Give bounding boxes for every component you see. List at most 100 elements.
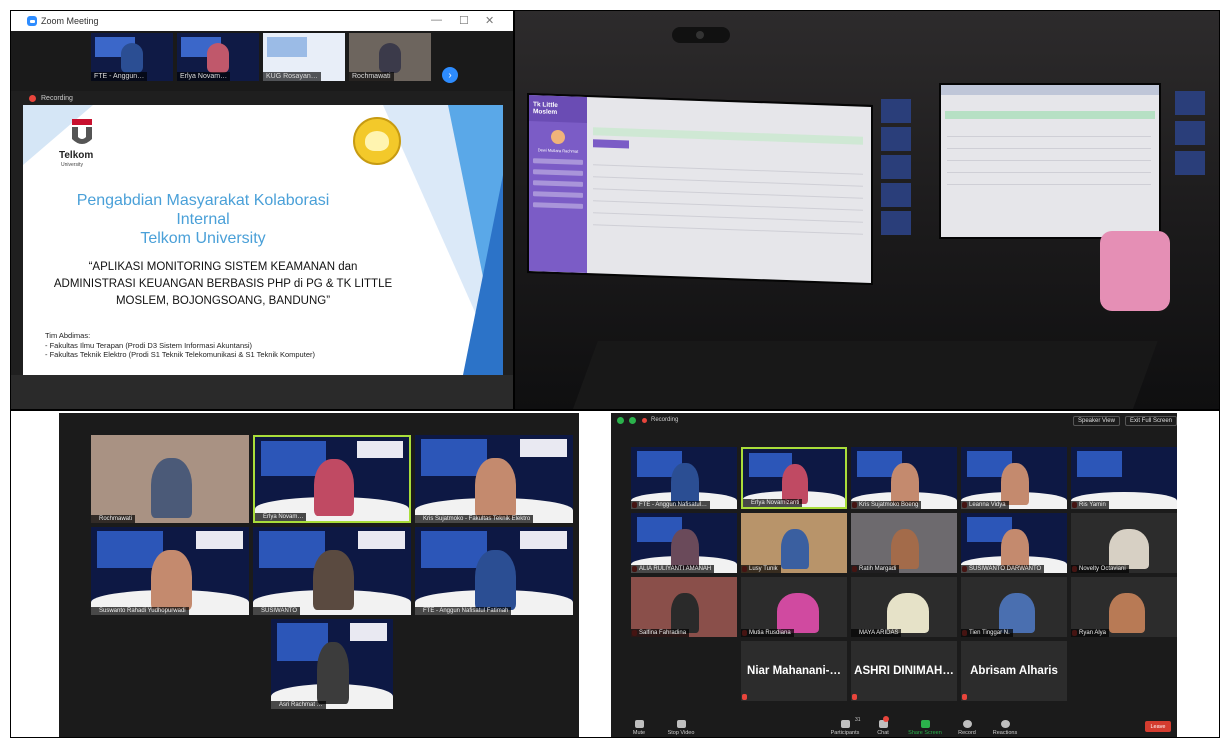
video-tile[interactable]: Rochmawati (91, 435, 249, 523)
recording-label: Recording (41, 94, 73, 102)
participant-display-name: ASHRI DINIMAH… (854, 665, 954, 677)
minimize-icon[interactable]: — (431, 14, 442, 26)
slide-project-title: “APLIKASI MONITORING SISTEM KEAMANAN dan… (43, 259, 403, 310)
video-tile[interactable]: Novelty Octaviani (1071, 513, 1177, 573)
mute-button[interactable]: Mute (621, 720, 657, 736)
maximize-icon[interactable]: ☐ (459, 14, 469, 27)
video-tile-active-speaker[interactable]: Erlya Novam… (253, 435, 411, 523)
participant-name: Mutia Rusdiana (741, 629, 794, 637)
team-list: Tim Abdimas: - Fakultas Ilmu Terapan (Pr… (45, 331, 405, 360)
participant-thumbnail[interactable]: Erlya Novam… (177, 33, 259, 81)
video-off-tile[interactable]: Niar Mahanani-… (741, 641, 847, 701)
add-button[interactable] (593, 139, 629, 149)
participant-name: SUSIWANTO DARWANTO (961, 565, 1045, 573)
app-screen: Tk Little Moslem Dewi Mutiara Rachmat (529, 95, 871, 283)
security-shield-icon[interactable] (629, 417, 636, 424)
speaker-view-button[interactable]: Speaker View (1073, 416, 1120, 426)
video-tile[interactable]: MAYA ARIDAS (851, 577, 957, 637)
video-off-tile[interactable]: ASHRI DINIMAH… (851, 641, 957, 701)
participant-name: Leanna Vidya (961, 501, 1009, 509)
zoom-window-screenshot: Zoom Meeting — ☐ ✕ FTE - Anggun… Erlya N… (10, 10, 514, 410)
menu-item[interactable] (533, 169, 583, 176)
record-dot-icon (29, 94, 36, 102)
window-titlebar: Zoom Meeting — ☐ ✕ (11, 11, 513, 31)
participant-thumbnail[interactable]: FTE - Anggun… (91, 33, 173, 81)
video-tile[interactable]: Salfina Fahradina (631, 577, 737, 637)
keyboard (572, 341, 1158, 409)
video-tile[interactable]: Leanna Vidya (961, 447, 1067, 509)
participant-name: Rochmawati (349, 72, 394, 81)
connection-icon[interactable] (617, 417, 624, 424)
participant-figure (671, 528, 699, 570)
participant-figure (313, 549, 355, 610)
video-tile[interactable]: Suswanto Rahadi Yudhopurwadi (91, 527, 249, 615)
video-tile[interactable]: FTE - Anggun Nafisatul Fatimah (415, 527, 573, 615)
mic-muted-icon (962, 694, 967, 700)
side-video-thumbnail (881, 127, 911, 151)
participant-display-name: Niar Mahanani-… (747, 665, 841, 677)
participant-name: FTE - Anggun Nafisatul… (631, 501, 711, 509)
video-tile[interactable]: Mutia Rusdiana (741, 577, 847, 637)
participant-thumbnail[interactable]: Rochmawati (349, 33, 431, 81)
slide-background (357, 531, 405, 549)
next-page-icon[interactable]: › (442, 67, 458, 83)
video-tile[interactable]: SUSIWANTO DARWANTO (961, 513, 1067, 573)
participant-name: FTE - Anggun Nafisatul Fatimah (415, 607, 512, 615)
shared-slide: Telkom University Pengabdian Masyarakat … (23, 105, 503, 375)
slide-background (519, 439, 567, 457)
chat-button[interactable]: Chat (865, 716, 901, 736)
video-tile[interactable]: Asri Rachmat … (271, 619, 393, 709)
video-tile[interactable]: Lusy Tunik (741, 513, 847, 573)
video-tile[interactable]: ALIA RULIYANTI AMANAH (631, 513, 737, 573)
menu-item[interactable] (533, 158, 583, 165)
share-screen-button[interactable]: Share Screen (907, 720, 943, 736)
leave-button[interactable]: Leave (1145, 721, 1171, 732)
table-row (947, 141, 1151, 149)
participant-figure (999, 592, 1036, 634)
side-video-thumbnail (1175, 151, 1205, 175)
slide-title-line: Telkom University (140, 230, 266, 247)
participant-figure (313, 458, 354, 516)
video-tile[interactable]: Ratih Margadi (851, 513, 957, 573)
participant-figure (317, 642, 350, 704)
alert-bar (945, 111, 1155, 119)
menu-item[interactable] (533, 180, 583, 187)
laptop-monitor: Tk Little Moslem Dewi Mutiara Rachmat (527, 92, 873, 286)
reactions-button[interactable]: Reactions (987, 720, 1023, 736)
participant-figure (887, 592, 930, 634)
exit-full-screen-button[interactable]: Exit Full Screen (1125, 416, 1177, 426)
side-video-thumbnail (1175, 121, 1205, 145)
table-row (947, 177, 1151, 185)
video-tile[interactable]: Kris Sujatmoko - Fakultas Teknik Elektro (415, 435, 573, 523)
team-item: - Fakultas Teknik Elektro (Prodi S1 Tekn… (45, 350, 315, 359)
video-tile[interactable]: Ris Yamin (1071, 447, 1177, 509)
video-tile[interactable]: Ryan Alya (1071, 577, 1177, 637)
slide-background (350, 623, 387, 641)
meeting-toolbar: Mute Stop Video Participants 31 Chat Sha… (611, 712, 1177, 737)
video-tile[interactable]: SUSIWANTO (253, 527, 411, 615)
video-tile-active-speaker[interactable]: Erlya Novamizanti (741, 447, 847, 509)
slide-background (519, 531, 567, 549)
menu-item[interactable] (533, 191, 583, 198)
participant-name: Ris Yamin (1071, 501, 1109, 509)
telkom-logo-icon (72, 119, 92, 144)
video-tile[interactable]: FTE - Anggun Nafisatul… (631, 447, 737, 509)
video-tile[interactable]: Tien Tinggar N. (961, 577, 1067, 637)
participant-thumbnail[interactable]: KUG Rosayan… (263, 33, 345, 81)
participant-name: Erlya Novam… (177, 72, 231, 81)
chat-label: Chat (877, 730, 889, 736)
app-user: Dewi Mutiara Rachmat (537, 147, 579, 154)
stop-video-button[interactable]: Stop Video (663, 720, 699, 736)
participant-name: Tien Tinggar N. (961, 629, 1013, 637)
participant-name: KUG Rosayan… (263, 72, 321, 81)
participant-figure (777, 592, 820, 634)
app-brand: Tk Little Moslem (529, 95, 587, 124)
video-off-tile[interactable]: Abrisam Alharis (961, 641, 1067, 701)
menu-item[interactable] (533, 202, 583, 209)
video-tile[interactable]: Kris Sujatmoko Boeng (851, 447, 957, 509)
close-icon[interactable]: ✕ (485, 14, 494, 27)
record-button[interactable]: Record (949, 720, 985, 736)
record-label: Record (958, 730, 976, 736)
school-emblem-icon (353, 117, 401, 165)
microphone-icon (634, 720, 644, 728)
